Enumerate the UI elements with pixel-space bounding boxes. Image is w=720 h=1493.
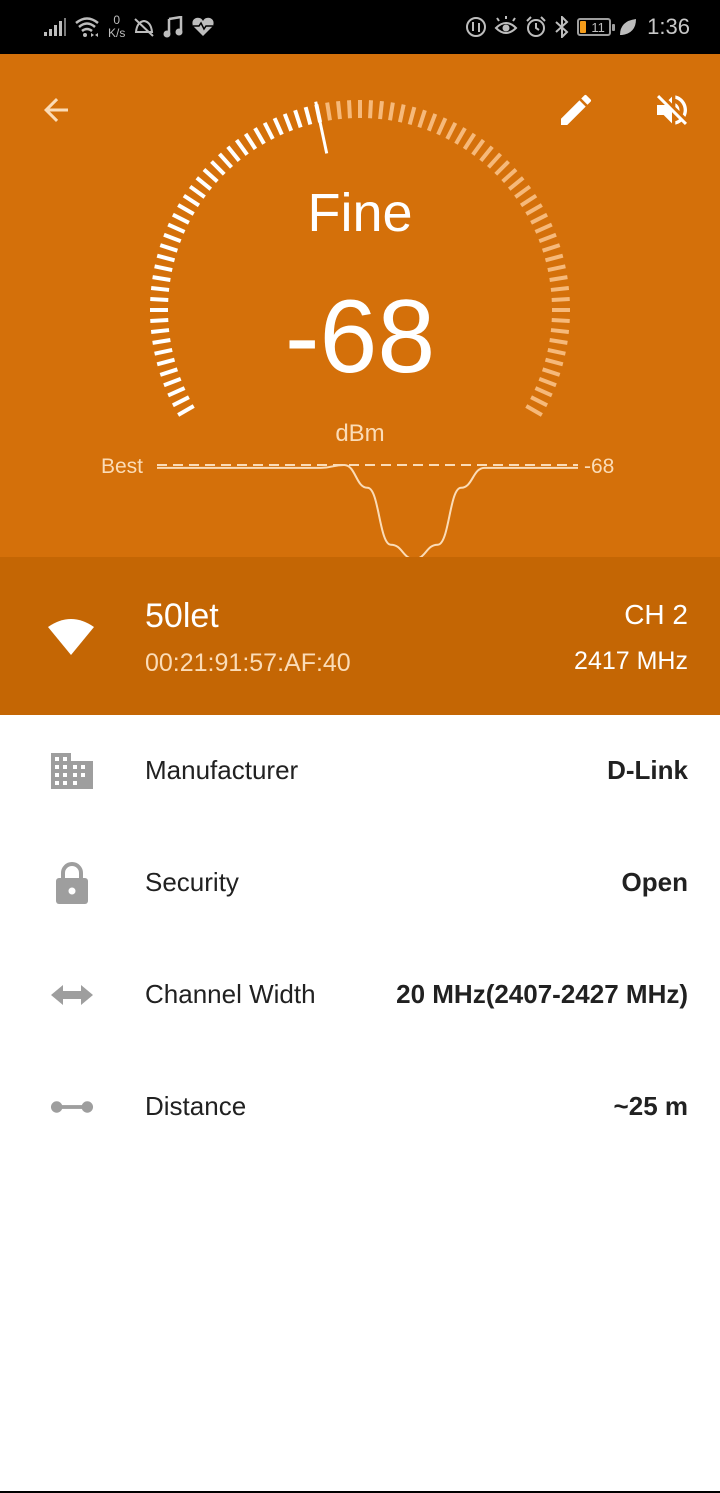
detail-value: Open xyxy=(621,867,688,897)
detail-value: 20 MHz(2407-2427 MHz) xyxy=(396,979,688,1009)
notifications-off-icon xyxy=(134,18,155,37)
current-level-label: -68 xyxy=(584,455,615,478)
bluetooth-icon xyxy=(555,16,569,38)
wifi-icon xyxy=(75,17,99,37)
detail-row-channel-width: Channel Width 20 MHz(2407-2427 MHz) xyxy=(0,939,720,1051)
net-speed-unit: K/s xyxy=(108,26,126,40)
detail-label: Distance xyxy=(145,1091,247,1121)
network-bssid: 00:21:91:57:AF:40 xyxy=(145,649,351,677)
battery-icon: 11 xyxy=(577,18,616,36)
detail-row-manufacturer: Manufacturer D-Link xyxy=(0,715,720,827)
eye-comfort-icon xyxy=(494,16,518,34)
status-bar-right: 11 1:36 xyxy=(465,10,690,44)
distance-icon xyxy=(50,1101,94,1113)
detail-row-security: Security Open xyxy=(0,827,720,939)
building-icon xyxy=(51,753,93,789)
network-frequency: 2417 MHz xyxy=(574,647,688,675)
status-bar-left: 0 K/s xyxy=(44,10,215,44)
detail-row-distance: Distance ~25 m xyxy=(0,1051,720,1163)
detail-label: Channel Width xyxy=(145,979,316,1009)
net-speed: 0 K/s xyxy=(108,14,125,40)
signal-icon xyxy=(44,18,66,36)
lock-icon xyxy=(56,862,88,904)
signal-quality-label: Fine xyxy=(307,183,413,243)
arrow-back-icon xyxy=(44,98,68,122)
detail-value: ~25 m xyxy=(613,1091,688,1121)
signal-history-line xyxy=(157,463,578,557)
pencil-icon xyxy=(561,94,592,125)
wifi-signal-icon xyxy=(48,619,94,655)
signal-unit: dBm xyxy=(335,420,385,447)
best-label: Best xyxy=(101,455,144,478)
network-channel: CH 2 xyxy=(624,599,688,630)
details-list: Manufacturer D-Link Security Open Channe… xyxy=(0,715,720,1163)
volume-off-icon xyxy=(657,95,687,125)
power-saving-icon xyxy=(620,19,637,35)
edit-button[interactable] xyxy=(552,86,600,134)
signal-gauge-panel: Fine -68 dBm Best -68 xyxy=(0,54,720,557)
signal-strength-value: -68 xyxy=(284,279,436,395)
width-arrows-icon xyxy=(51,985,93,1005)
back-button[interactable] xyxy=(32,86,80,134)
network-ssid: 50let xyxy=(145,597,219,635)
detail-value: D-Link xyxy=(607,755,688,785)
battery-level: 11 xyxy=(591,19,605,35)
network-info-bar: 50let 00:21:91:57:AF:40 CH 2 2417 MHz xyxy=(0,557,720,715)
health-icon xyxy=(192,17,214,36)
status-bar: 0 K/s 11 1:36 xyxy=(0,0,720,54)
detail-label: Manufacturer xyxy=(145,755,299,785)
alarm-icon xyxy=(526,16,546,37)
mute-button[interactable] xyxy=(648,86,696,134)
clock: 1:36 xyxy=(647,14,690,39)
music-icon xyxy=(163,16,183,38)
data-saver-icon xyxy=(466,17,487,37)
detail-label: Security xyxy=(145,867,239,897)
